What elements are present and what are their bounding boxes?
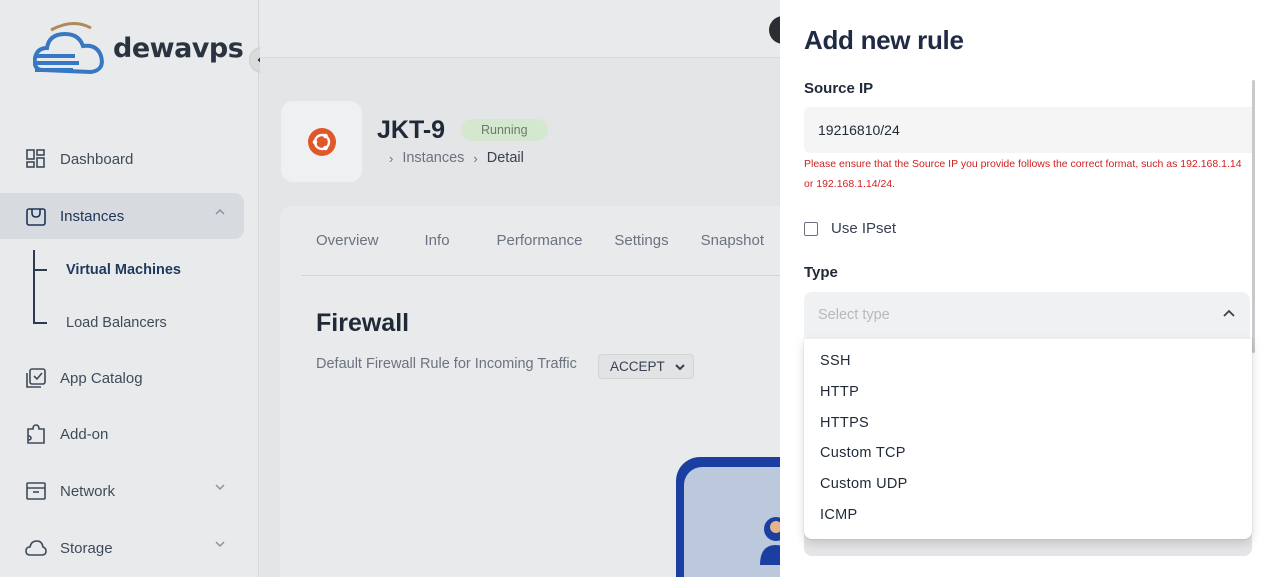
firewall-title: Firewall xyxy=(316,309,410,337)
brand-logo[interactable]: dewavps xyxy=(33,20,244,76)
type-option-http[interactable]: HTTP xyxy=(804,377,1252,408)
sidebar-item-dashboard[interactable]: Dashboard xyxy=(0,136,244,182)
type-select[interactable]: Select type xyxy=(804,292,1250,338)
breadcrumb-instances[interactable]: Instances xyxy=(402,150,464,166)
tree-tick xyxy=(33,322,47,324)
add-rule-drawer: Add new rule Source IP 19216810/24 Pleas… xyxy=(780,0,1280,577)
default-rule-value: ACCEPT xyxy=(610,359,665,374)
tab-snapshot[interactable]: Snapshot xyxy=(701,232,764,249)
chevron-down-icon xyxy=(215,541,225,548)
dashboard-icon xyxy=(25,148,47,170)
sidebar-item-instances[interactable]: Instances xyxy=(0,193,244,239)
chevron-right-icon: › xyxy=(389,150,394,166)
ubuntu-icon xyxy=(307,127,336,156)
network-icon xyxy=(25,480,47,502)
type-placeholder: Select type xyxy=(818,307,890,323)
type-dropdown-menu: SSH HTTP HTTPS Custom TCP Custom UDP ICM… xyxy=(804,339,1252,539)
sidebar-item-label: Instances xyxy=(60,207,125,225)
source-ip-label: Source IP xyxy=(804,80,874,97)
sidebar-subitem-load-balancers[interactable]: Load Balancers xyxy=(66,315,167,331)
chevron-down-icon xyxy=(675,363,685,370)
sidebar-item-label: Storage xyxy=(60,539,113,557)
chevron-up-icon xyxy=(1223,309,1235,317)
chevron-right-icon: › xyxy=(473,150,478,166)
source-ip-input[interactable]: 19216810/24 xyxy=(804,107,1252,153)
type-option-custom-tcp[interactable]: Custom TCP xyxy=(804,438,1252,469)
type-option-icmp[interactable]: ICMP xyxy=(804,499,1252,530)
tab-bar: Overview Info Performance Settings Snaps… xyxy=(301,232,764,249)
sidebar-item-label: App Catalog xyxy=(60,369,143,387)
sidebar-item-label: Dashboard xyxy=(60,150,134,168)
breadcrumb: › Instances › Detail xyxy=(380,150,524,166)
type-label: Type xyxy=(804,264,838,281)
sidebar-item-storage[interactable]: Storage xyxy=(0,525,244,571)
puzzle-icon xyxy=(25,423,47,445)
type-option-custom-udp[interactable]: Custom UDP xyxy=(804,469,1252,500)
tab-overview[interactable]: Overview xyxy=(316,232,379,249)
use-ipset-row[interactable]: Use IPset xyxy=(804,220,896,237)
tree-tick xyxy=(33,269,47,271)
drawer-title: Add new rule xyxy=(804,25,964,55)
drawer-scrollbar[interactable] xyxy=(1252,80,1255,353)
breadcrumb-detail: Detail xyxy=(486,150,524,166)
tab-settings[interactable]: Settings xyxy=(614,232,668,249)
os-badge xyxy=(281,101,362,182)
use-ipset-label: Use IPset xyxy=(831,220,897,237)
tree-line xyxy=(33,250,35,324)
sidebar: dewavps Dashboard Instances Virtual Mach… xyxy=(0,0,275,577)
default-rule-select[interactable]: ACCEPT xyxy=(598,354,694,379)
sidebar-item-label: Add-on xyxy=(60,425,109,443)
sidebar-item-app-catalog[interactable]: App Catalog xyxy=(0,355,244,401)
type-option-ssh[interactable]: SSH xyxy=(804,346,1252,377)
chevron-up-icon xyxy=(215,208,225,215)
instances-icon xyxy=(25,205,47,227)
sidebar-subitem-virtual-machines[interactable]: Virtual Machines xyxy=(66,262,181,278)
status-badge: Running xyxy=(461,119,548,141)
sidebar-item-network[interactable]: Network xyxy=(0,468,244,514)
tab-info[interactable]: Info xyxy=(425,232,450,249)
sidebar-item-add-on[interactable]: Add-on xyxy=(0,411,244,457)
empty-state-illustration xyxy=(676,457,796,577)
tab-performance[interactable]: Performance xyxy=(497,232,583,249)
cloud-logo-icon xyxy=(33,22,104,75)
cloud-icon xyxy=(25,537,47,559)
sidebar-item-label: Network xyxy=(60,482,116,500)
source-ip-error: Please ensure that the Source IP you pro… xyxy=(804,158,1242,190)
type-option-https[interactable]: HTTPS xyxy=(804,407,1252,438)
use-ipset-checkbox[interactable] xyxy=(804,221,818,236)
brand-name: dewavps xyxy=(113,32,244,64)
chevron-down-icon xyxy=(215,484,225,491)
default-rule-label: Default Firewall Rule for Incoming Traff… xyxy=(316,356,577,372)
instance-name: JKT-9 xyxy=(377,116,446,144)
app-catalog-icon xyxy=(25,367,47,389)
